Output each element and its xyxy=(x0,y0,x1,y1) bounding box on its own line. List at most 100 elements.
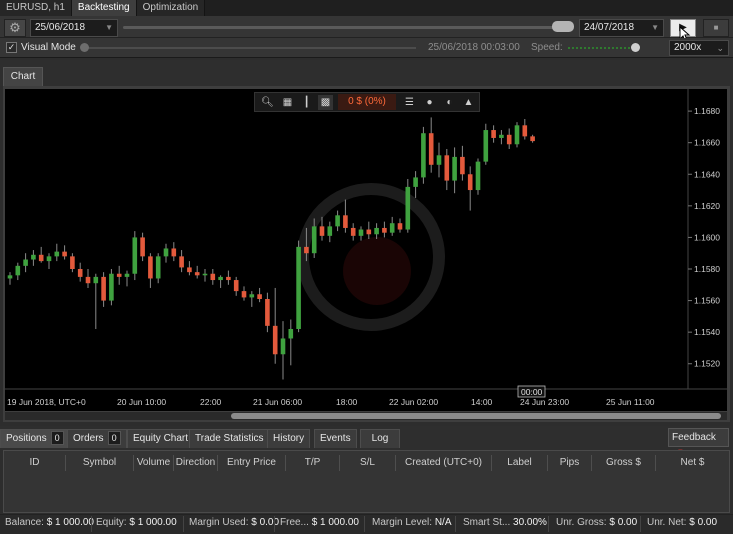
margin-level-value: N/A xyxy=(434,517,452,528)
chevron-down-icon: ▼ xyxy=(651,23,659,32)
smart-stopout-status: Smart St... 30.00% xyxy=(463,517,547,528)
y-tick-label: 1.1680 xyxy=(694,106,720,116)
smart-stopout-label: Smart St... xyxy=(463,517,511,528)
unrealized-gross-value: $ 0.00 xyxy=(609,517,638,528)
y-tick-label: 1.1520 xyxy=(694,359,720,369)
status-divider xyxy=(274,516,275,532)
candle-down xyxy=(116,273,122,277)
tab-equity-chart[interactable]: Equity Chart xyxy=(127,429,195,448)
speed-slider[interactable] xyxy=(568,47,638,49)
candle-up xyxy=(296,246,301,329)
candle-up xyxy=(499,134,504,138)
column-header[interactable]: Entry Price xyxy=(218,455,286,471)
column-header[interactable]: T/P xyxy=(286,455,340,471)
column-header[interactable]: Direction xyxy=(174,455,218,471)
share-icon[interactable]: ◐ xyxy=(442,95,457,110)
candle-down xyxy=(77,269,83,277)
watermark-logo-center xyxy=(343,237,411,305)
tab-log[interactable]: Log xyxy=(360,429,400,448)
candle-down xyxy=(366,229,372,235)
x-tick-label: 19 Jun 2018, UTC+0 xyxy=(7,397,86,407)
candle-up xyxy=(421,133,426,178)
tab-symbol[interactable]: EURUSD, h1 xyxy=(0,0,72,16)
column-header[interactable]: Volume xyxy=(134,455,174,471)
orders-count-badge: 0 xyxy=(107,431,121,445)
candle-up xyxy=(93,276,99,284)
candle-up xyxy=(163,248,169,257)
chevron-down-icon: ▼ xyxy=(105,23,113,32)
y-tick-label: 1.1540 xyxy=(694,327,720,337)
x-tick-label: 18:00 xyxy=(336,397,358,407)
candle-down xyxy=(62,251,67,257)
speed-value: 2000x xyxy=(674,42,702,53)
candle-down xyxy=(343,215,348,228)
end-date-value: 24/07/2018 xyxy=(584,22,635,33)
color-icon[interactable]: ▩ xyxy=(318,95,333,110)
margin-level-status: Margin Level: N/A xyxy=(372,517,451,528)
candle-up xyxy=(155,256,161,279)
column-header[interactable]: Net $ xyxy=(656,455,729,471)
visual-progress-handle[interactable] xyxy=(80,43,89,52)
balance-value: $ 1 000.00 xyxy=(46,517,94,528)
current-backtest-time: 25/06/2018 00:03:00 xyxy=(428,42,520,53)
tab-optimization[interactable]: Optimization xyxy=(136,0,206,16)
candle-down xyxy=(444,155,450,181)
start-date-picker[interactable]: 25/06/2018 ▼ xyxy=(30,19,118,37)
candle-down xyxy=(530,136,535,142)
speed-slider-handle[interactable] xyxy=(631,43,640,52)
list-icon[interactable]: ☰ xyxy=(402,95,417,110)
column-header[interactable]: ID xyxy=(4,455,66,471)
tab-trade-statistics[interactable]: Trade Statistics xyxy=(189,429,270,448)
tab-chart[interactable]: Chart xyxy=(3,67,43,86)
zoom-icon[interactable]: 🔍︎ xyxy=(260,95,275,110)
visual-mode-label: Visual Mode xyxy=(21,42,76,53)
date-range-slider[interactable] xyxy=(123,26,563,29)
tab-backtesting[interactable]: Backtesting xyxy=(71,0,137,16)
speed-select[interactable]: 2000x ⌄ xyxy=(669,40,729,56)
stop-button[interactable]: ■ xyxy=(703,19,729,37)
candle-down xyxy=(38,254,44,262)
date-range-handle[interactable] xyxy=(552,21,574,32)
facebook-icon[interactable]: ● xyxy=(422,95,437,110)
candle-up xyxy=(54,251,60,257)
candle-up xyxy=(249,294,255,298)
visual-mode-checkbox[interactable]: ✓ xyxy=(6,42,17,53)
chart-scrollbar-thumb[interactable] xyxy=(231,413,721,419)
candle-down xyxy=(467,174,473,191)
positions-count-badge: 0 xyxy=(50,431,64,445)
settings-button[interactable]: ⚙ xyxy=(4,19,26,37)
equity-value: $ 1 000.00 xyxy=(129,517,177,528)
candle-up xyxy=(327,226,333,236)
column-header[interactable]: Symbol xyxy=(66,455,134,471)
start-date-value: 25/06/2018 xyxy=(35,22,86,33)
stop-icon: ■ xyxy=(713,23,719,32)
candle-up xyxy=(109,273,114,301)
candles-icon[interactable]: ┃ xyxy=(299,95,314,110)
candle-up xyxy=(311,226,317,254)
y-tick-label: 1.1620 xyxy=(694,201,720,211)
end-date-picker[interactable]: 24/07/2018 ▼ xyxy=(579,19,664,37)
chevron-down-icon: ⌄ xyxy=(716,43,724,53)
column-header[interactable]: Gross $ xyxy=(592,455,656,471)
visual-progress-track[interactable] xyxy=(86,47,416,49)
tab-history[interactable]: History xyxy=(267,429,311,448)
feedback-button[interactable]: Feedback 💬︎ xyxy=(668,428,729,460)
price-chart[interactable]: 1.1680 1.1660 1.1640 1.1620 1.1600 1.1580 1.15… xyxy=(5,89,727,411)
chart-tab-bar xyxy=(0,60,733,86)
candle-up xyxy=(374,227,379,235)
free-margin-value: $ 1 000.00 xyxy=(311,517,359,528)
tab-orders[interactable]: Orders 0 xyxy=(67,429,127,448)
column-header[interactable]: S/L xyxy=(340,455,396,471)
tab-positions[interactable]: Positions 0 xyxy=(0,429,70,448)
unrealized-net-label: Unr. Net: xyxy=(647,517,687,528)
x-tick-label: 25 Jun 11:00 xyxy=(606,397,655,407)
candle-up xyxy=(132,237,138,274)
column-header[interactable]: Label xyxy=(492,455,548,471)
column-header[interactable]: Pips xyxy=(548,455,592,471)
drawing-icon[interactable]: ▲ xyxy=(461,95,476,110)
candle-down xyxy=(179,256,184,268)
period-settings-icon[interactable]: ▦ xyxy=(280,95,295,110)
tab-events[interactable]: Events xyxy=(314,429,357,448)
column-header[interactable]: Created (UTC+0) xyxy=(396,455,492,471)
candle-down xyxy=(194,272,200,276)
